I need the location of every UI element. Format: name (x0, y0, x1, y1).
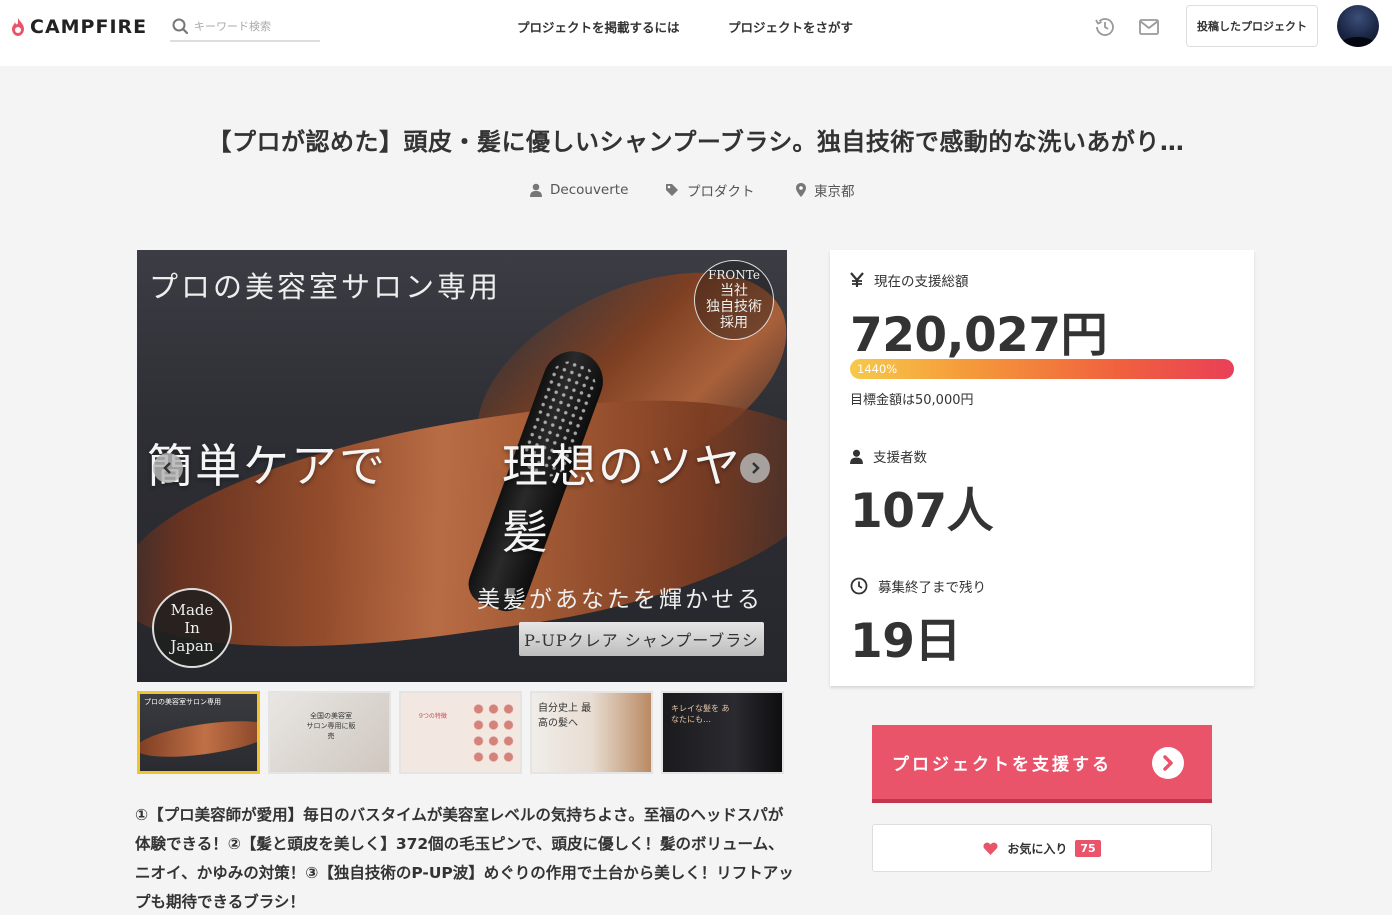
user-icon (850, 449, 863, 464)
remaining-days: 19日 (850, 614, 961, 669)
badge-line: 当社 (720, 282, 748, 299)
image-sub-text: 美髪があなたを輝かせる (477, 587, 763, 613)
flame-icon (12, 18, 24, 36)
nav-find-link[interactable]: プロジェクトをさがす (728, 17, 853, 36)
support-project-button[interactable]: プロジェクトを支援する (872, 725, 1212, 803)
total-label-row: 現在の支援総額 (850, 270, 969, 290)
favorite-count-badge: 75 (1075, 839, 1101, 857)
goal-amount: 目標金額は50,000円 (850, 393, 974, 408)
made-in-line: Japan (170, 637, 214, 655)
user-avatar[interactable] (1337, 5, 1379, 47)
made-in-line: Made (170, 601, 214, 619)
thumbnail-text: 自分史上 最高の髪へ (538, 703, 592, 729)
history-icon[interactable] (1093, 15, 1117, 39)
favorite-label: お気に入り (1007, 841, 1068, 856)
chevron-left-icon (163, 462, 171, 474)
campfire-logo[interactable]: CAMPFIRE (10, 14, 147, 40)
thumbnail-4[interactable]: 自分史上 最高の髪へ (530, 691, 653, 774)
mail-icon[interactable] (1137, 15, 1161, 39)
remaining-label: 募集終了まで残り (878, 580, 986, 596)
site-header: CAMPFIRE プロジェクトを掲載するには プロジェクトをさがす 投稿したプロ… (0, 0, 1392, 66)
next-image-button[interactable] (740, 453, 770, 483)
map-pin-icon (796, 183, 806, 197)
favorite-button[interactable]: お気に入り 75 (872, 824, 1212, 872)
category-name: プロダクト (687, 184, 755, 200)
search-icon[interactable] (170, 15, 192, 37)
funding-progress-bar: 1440% (850, 359, 1234, 379)
image-headline: プロの美容室サロン専用 (149, 270, 502, 304)
main-project-image[interactable]: プロの美容室サロン専用 簡単ケアで 理想のツヤ髪 美髪があなたを輝かせる P-U… (137, 250, 787, 682)
chevron-right-circle-icon (1152, 747, 1184, 779)
tag-icon (666, 184, 678, 196)
thumbnail-text: キレイな髪を あなたにも… (671, 704, 730, 724)
thumbnail-2[interactable]: 全国の美容室 サロン専用に販売 (268, 691, 391, 774)
brand-name: CAMPFIRE (30, 16, 148, 38)
nav-publish-link[interactable]: プロジェクトを掲載するには (517, 17, 680, 36)
yen-icon (850, 272, 864, 287)
supporters-label-row: 支援者数 (850, 446, 927, 466)
stats-card: 現在の支援総額 720,027円 1440% 目標金額は50,000円 支援者数… (830, 250, 1254, 686)
thumbnail-strip: プロの美容室サロン専用 全国の美容室 サロン専用に販売 9つの特徴 自分史上 最… (137, 691, 784, 774)
chevron-right-icon (752, 462, 760, 474)
search-input[interactable] (194, 19, 314, 33)
thumbnail-text: 全国の美容室 サロン専用に販売 (306, 712, 356, 740)
feature-icons (471, 701, 516, 766)
thumbnail-text: プロの美容室サロン専用 (144, 698, 221, 706)
thumbnail-5[interactable]: キレイな髪を あなたにも… (661, 691, 784, 774)
thumbnail-3[interactable]: 9つの特徴 (399, 691, 522, 774)
project-category[interactable]: プロダクト (665, 180, 755, 200)
image-right-text: 理想のツヤ髪 (502, 439, 742, 559)
project-description: ①【プロ美容師が愛用】毎日のバスタイムが美容室レベルの気持ちよさ。至福のヘッドス… (135, 806, 794, 911)
support-button-label: プロジェクトを支援する (892, 754, 1112, 775)
technology-badge: FRONTe 当社 独自技術 採用 (694, 260, 774, 340)
search-box[interactable] (170, 12, 320, 42)
total-amount: 720,027円 (850, 308, 1108, 363)
image-left-text: 簡単ケアで (147, 439, 387, 493)
product-label: P-UPクレア シャンプーブラシ (519, 622, 764, 656)
project-location[interactable]: 東京都 (796, 180, 855, 200)
location-name: 東京都 (814, 184, 855, 200)
prev-image-button[interactable] (153, 453, 183, 483)
project-owner[interactable]: Decouverte (530, 180, 628, 200)
thumbnail-1[interactable]: プロの美容室サロン専用 (137, 691, 260, 774)
project-title: 【プロが認めた】頭皮・髪に優しいシャンプーブラシ。独自技術で感動的な洗いあがり… (207, 128, 1185, 156)
remaining-label-row: 募集終了まで残り (850, 576, 986, 596)
heart-icon (983, 842, 998, 855)
hair-graphic (140, 714, 257, 764)
badge-brand: FRONTe (708, 267, 760, 282)
owner-name: Decouverte (550, 182, 629, 198)
made-in-line: In (184, 619, 200, 637)
funding-percent: 1440% (857, 362, 898, 376)
clock-icon (850, 577, 868, 595)
supporters-count: 107人 (850, 484, 994, 539)
badge-line: 採用 (720, 314, 748, 331)
user-icon (530, 183, 542, 197)
supporters-label: 支援者数 (873, 450, 927, 466)
made-in-japan-badge: Made In Japan (152, 588, 232, 668)
total-label: 現在の支援総額 (874, 274, 969, 290)
badge-line: 独自技術 (706, 298, 762, 315)
thumbnail-text: 9つの特徴 (419, 713, 447, 720)
posted-projects-button[interactable]: 投稿したプロジェクト (1186, 5, 1318, 47)
